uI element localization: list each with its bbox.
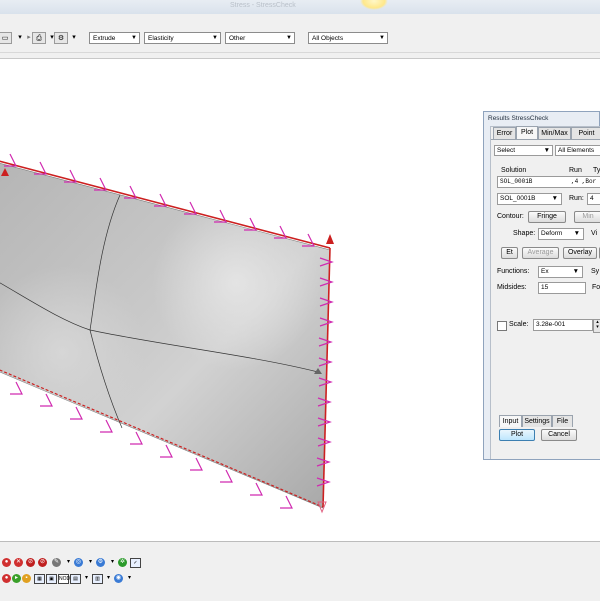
clear-icon[interactable]: ● xyxy=(2,574,11,583)
plate xyxy=(0,163,331,509)
mesh-icon[interactable]: ▦ xyxy=(34,574,45,584)
toolbar-divider xyxy=(0,52,600,53)
view-label: Vi xyxy=(591,230,598,237)
tab-min-max[interactable]: Min/Max xyxy=(538,127,571,139)
stop-icon[interactable]: ● xyxy=(2,558,11,567)
target-icon[interactable]: ◎ xyxy=(74,558,83,567)
window-title: Stress - StressCheck xyxy=(230,2,296,9)
other-select[interactable]: Other ▼ xyxy=(225,32,295,44)
solution-table-row[interactable]: SOL_0001B ,4 ,Bor xyxy=(497,176,600,188)
green-check-icon[interactable]: ✓ xyxy=(130,558,141,568)
shape-dropdown[interactable]: Deform ▼ xyxy=(538,228,584,240)
scale-checkbox[interactable] xyxy=(497,321,507,331)
midsides-label: Midsides: xyxy=(497,284,527,291)
min-button[interactable]: Min xyxy=(574,211,600,223)
window-titlebar: Stress - StressCheck xyxy=(0,0,600,14)
scale-spinner[interactable]: ▴ ▾ xyxy=(593,319,600,333)
tab-settings[interactable]: Settings xyxy=(522,415,552,427)
results-panel-title: Results StressCheck xyxy=(488,115,549,122)
bottom-toolbar: ● ✕ ⊘ ⊘ ✎ ▾ ◎ ▾ ⚙ ▾ ✲ ✓ ● ▸ ▪ ▦ ▣ NOD ▤ … xyxy=(0,541,600,601)
col-header-run: Run xyxy=(569,167,582,174)
green-gear-icon[interactable]: ✲ xyxy=(118,558,127,567)
no-entry-icon[interactable]: ⊘ xyxy=(26,558,35,567)
elasticity-select[interactable]: Elasticity ▼ xyxy=(144,32,221,44)
functions-dropdown[interactable]: Ex ▼ xyxy=(538,266,583,278)
results-panel-body: Error Plot Min/Max Point Select ▼ All Ele… xyxy=(490,126,600,459)
results-panel: Results StressCheck Error Plot Min/Max P… xyxy=(483,111,600,460)
main-toolbar: ▭ ▾ ▸ ⎙ ▾ ⚙ ▾ Extrude ▼ Elasticity ▼ Other… xyxy=(0,14,600,59)
toolbar-icon-left[interactable]: ▭ xyxy=(0,32,12,44)
run-field[interactable]: 4 xyxy=(587,193,600,205)
plot-button[interactable]: Plot xyxy=(499,429,535,441)
functions-label: Functions: xyxy=(497,268,530,275)
scale-label: Scale: xyxy=(509,321,529,328)
tab-plot[interactable]: Plot xyxy=(516,126,538,139)
settings-dropdown-icon[interactable]: ▾ xyxy=(67,32,81,44)
sy-label: Sy xyxy=(591,268,600,275)
tab-point[interactable]: Point xyxy=(571,127,600,139)
tab-file[interactable]: File xyxy=(552,415,573,427)
cancel-button[interactable]: Cancel xyxy=(541,429,577,441)
midsides-field[interactable]: 15 xyxy=(538,282,586,294)
grid-icon[interactable]: ▤ xyxy=(70,574,81,584)
tab-strip-border xyxy=(491,139,600,140)
select-dropdown[interactable]: Select ▼ xyxy=(494,145,553,156)
et-button[interactable]: Et xyxy=(501,247,518,259)
solution-dropdown[interactable]: SOL_0001B ▼ xyxy=(497,193,562,205)
fo-label: Fo xyxy=(592,284,600,291)
delete-red-icon[interactable]: ✕ xyxy=(14,558,23,567)
arrow-right-icon[interactable]: ▸ xyxy=(12,574,21,583)
tab-input[interactable]: Input xyxy=(499,415,522,427)
tool-dropdown-icon[interactable]: ▾ xyxy=(64,558,73,567)
fringe-button[interactable]: Fringe xyxy=(528,211,566,223)
scale-field[interactable]: 3.28e-001 xyxy=(533,319,593,331)
run-label: Run: xyxy=(569,195,584,202)
gear-dropdown-icon[interactable]: ▾ xyxy=(108,558,117,567)
extrude-select[interactable]: Extrude ▼ xyxy=(89,32,140,44)
panel-dropdown-icon[interactable]: ▾ xyxy=(104,574,113,583)
overlay-button[interactable]: Overlay xyxy=(563,247,597,259)
element-icon[interactable]: ▣ xyxy=(46,574,57,584)
settings-icon[interactable]: ⚙ xyxy=(54,32,68,44)
grid-dropdown-icon[interactable]: ▾ xyxy=(82,574,91,583)
node-text-icon[interactable]: NOD xyxy=(58,574,70,584)
gear-blue-icon[interactable]: ⚙ xyxy=(96,558,105,567)
target-dropdown-icon[interactable]: ▾ xyxy=(86,558,95,567)
col-header-type: Ty xyxy=(593,167,600,174)
block-icon[interactable]: ⊘ xyxy=(38,558,47,567)
print-icon[interactable]: ⎙ xyxy=(32,32,46,44)
title-glow-decoration xyxy=(360,0,388,10)
all-objects-select[interactable]: All Objects ▼ xyxy=(308,32,388,44)
panel-icon[interactable]: ▥ xyxy=(92,574,103,584)
globe-dropdown-icon[interactable]: ▾ xyxy=(125,574,134,583)
average-button[interactable]: Average xyxy=(522,247,559,259)
globe-icon[interactable]: ◉ xyxy=(114,574,123,583)
tool-icon[interactable]: ✎ xyxy=(52,558,61,567)
tab-error[interactable]: Error xyxy=(493,127,516,139)
contour-label: Contour: xyxy=(497,213,524,220)
col-header-solution: Solution xyxy=(501,167,527,174)
folder-icon[interactable]: ▪ xyxy=(22,574,31,583)
shape-label: Shape: xyxy=(513,230,536,237)
all-elements-dropdown[interactable]: All Elements xyxy=(555,145,600,156)
